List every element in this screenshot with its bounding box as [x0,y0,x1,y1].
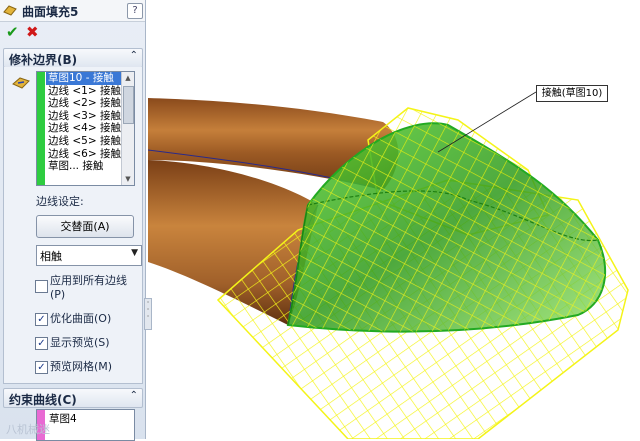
preview-mesh-label: 预览网格(M) [50,360,113,373]
selection-color-bar [37,72,45,185]
collapse-icon[interactable]: ⌃ [130,390,138,401]
help-button[interactable]: ? [127,3,143,19]
show-preview-checkbox[interactable]: ✓ [35,337,48,350]
list-scrollbar[interactable]: ▲ ▼ [121,72,134,185]
list-item[interactable]: 草图10 - 接触 [46,72,121,85]
optimize-label: 优化曲面(O) [50,312,112,325]
boundary-list[interactable]: 草图10 - 接触 边线 <1> 接触 边线 <2> 接触 边线 <3> 接触 … [36,71,135,186]
model-render[interactable] [148,0,640,439]
curvature-control-value: 相触 [40,250,62,263]
action-bar: ✔ ✖ [0,22,145,42]
constraint-curve-list[interactable]: 草图4 [36,409,135,441]
list-item[interactable]: 草图4 [49,411,77,426]
apply-all-checkbox[interactable] [35,280,48,293]
list-item[interactable]: 边线 <5> 接触 [46,135,121,148]
cancel-button[interactable]: ✖ [26,23,39,41]
panel-titlebar: 曲面填充5 ? [0,0,145,22]
alternate-face-button[interactable]: 交替面(A) [36,215,134,238]
list-item[interactable]: 边线 <1> 接触 [46,85,121,98]
collapse-icon[interactable]: ⌃ [130,50,138,61]
graphics-viewport[interactable] [148,0,640,439]
contact-callout[interactable]: 接触(草图10) [536,85,608,102]
list-item[interactable]: 边线 <3> 接触 [46,110,121,123]
constraint-curves-header[interactable]: 约束曲线(C) ⌃ [3,388,143,408]
scroll-thumb[interactable] [123,86,134,124]
optimize-checkbox[interactable]: ✓ [35,313,48,326]
constraint-curves-title: 约束曲线(C) [9,393,77,407]
patch-boundary-title: 修补边界(B) [9,53,78,67]
list-item[interactable]: 边线 <2> 接触 [46,97,121,110]
curvature-control-select[interactable]: 相触 ▼ [36,245,142,266]
list-item[interactable]: 边线 <6> 接触 [46,148,121,161]
panel-splitter[interactable]: · · · [144,298,152,330]
scroll-down-icon[interactable]: ▼ [122,173,134,185]
fill-surface-icon [3,5,17,16]
list-item[interactable]: 边线 <4> 接触 [46,122,121,135]
property-manager: 曲面填充5 ? ✔ ✖ 修补边界(B) ⌃ 草图10 - 接触 边线 <1> 接… [0,0,146,441]
watermark-text: 八机械迷 [6,423,50,436]
edge-settings-label: 边线设定: [36,195,84,208]
scroll-up-icon[interactable]: ▲ [122,72,134,84]
chevron-down-icon: ▼ [131,248,138,258]
ok-button[interactable]: ✔ [6,23,19,41]
preview-mesh-checkbox[interactable]: ✓ [35,361,48,374]
edge-select-icon [12,77,30,89]
show-preview-label: 显示预览(S) [50,336,110,349]
patch-boundary-header[interactable]: 修补边界(B) ⌃ [3,48,143,68]
list-item[interactable]: 草图... 接触 [46,160,121,173]
panel-title: 曲面填充5 [22,5,79,19]
apply-all-label: 应用到所有边线(P) [50,274,127,301]
